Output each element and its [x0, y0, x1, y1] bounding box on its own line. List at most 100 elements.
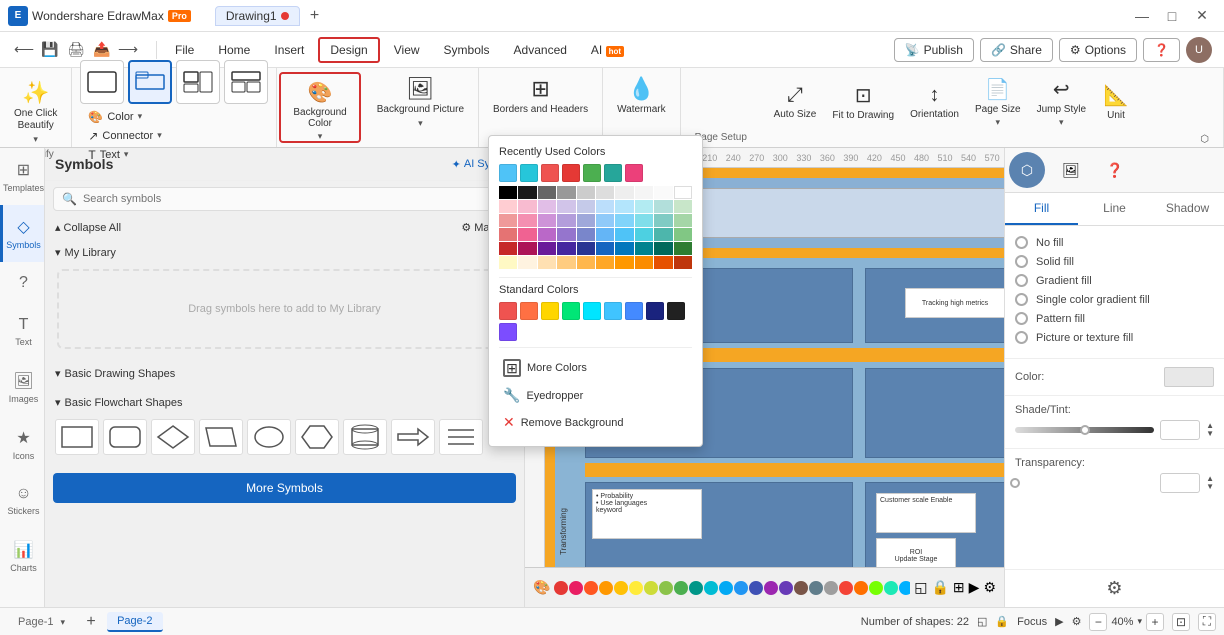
cp-color-1[interactable] [499, 164, 517, 182]
minimize-btn[interactable]: — [1128, 5, 1156, 27]
cp-cell[interactable] [557, 256, 575, 269]
orientation-btn[interactable]: ↕ Orientation [904, 80, 965, 124]
sidebar-tab-help[interactable]: ? [0, 262, 44, 304]
cp-cell[interactable] [577, 200, 595, 213]
color-dot[interactable] [749, 581, 763, 595]
cp-cell[interactable] [635, 242, 653, 255]
shape-item-diamond[interactable] [151, 419, 195, 455]
shape-btn-3[interactable] [176, 60, 220, 104]
color-dot[interactable] [689, 581, 703, 595]
shade-percent-input[interactable]: 0 % [1160, 420, 1200, 440]
layers-ctrl[interactable]: ◱ [977, 615, 987, 628]
cp-cell[interactable] [499, 186, 517, 199]
close-btn[interactable]: ✕ [1188, 5, 1216, 27]
new-tab-btn[interactable]: + [304, 5, 326, 27]
color-dot[interactable] [644, 581, 658, 595]
cp-std-6[interactable] [604, 302, 622, 320]
color-dot[interactable] [584, 581, 598, 595]
cp-cell[interactable] [518, 200, 536, 213]
color-dot[interactable] [824, 581, 838, 595]
color-btn[interactable]: 🎨 Color ▾ [82, 108, 266, 126]
cp-cell[interactable] [674, 256, 692, 269]
color-dot[interactable] [809, 581, 823, 595]
cp-cell[interactable] [596, 214, 614, 227]
image-mode-icon[interactable]: 🖼 [1053, 152, 1089, 188]
menu-ai[interactable]: AI hot [581, 39, 634, 61]
cp-cell[interactable] [518, 242, 536, 255]
cp-cell[interactable] [557, 214, 575, 227]
cp-remove-bg-btn[interactable]: ✕ Remove Background [499, 409, 692, 436]
cp-cell[interactable] [577, 256, 595, 269]
cp-cell[interactable] [557, 228, 575, 241]
cp-cell[interactable] [615, 186, 633, 199]
cp-std-3[interactable] [541, 302, 559, 320]
zoom-out-btn[interactable]: − [1089, 613, 1107, 631]
cp-cell[interactable] [518, 186, 536, 199]
maximize-btn[interactable]: □ [1158, 5, 1186, 27]
cp-cell[interactable] [615, 214, 633, 227]
transparency-slider-track[interactable] [1015, 480, 1154, 486]
sidebar-tab-charts[interactable]: 📊 Charts [0, 528, 44, 585]
cp-color-2[interactable] [520, 164, 538, 182]
cp-cell[interactable] [596, 228, 614, 241]
save-btn[interactable]: 💾 [38, 38, 62, 62]
cp-cell[interactable] [615, 228, 633, 241]
zoom-dropdown-arrow[interactable]: ▾ [1137, 616, 1142, 627]
cp-cell[interactable] [538, 214, 556, 227]
cp-cell[interactable] [577, 228, 595, 241]
cp-std-8[interactable] [646, 302, 664, 320]
cp-cell[interactable] [499, 200, 517, 213]
cp-std-1[interactable] [499, 302, 517, 320]
options-btn[interactable]: ⚙ Options [1059, 38, 1137, 62]
shape-item-rect[interactable] [55, 419, 99, 455]
box-4[interactable] [865, 368, 1004, 458]
shape-item-hexagon[interactable] [295, 419, 339, 455]
shape-item-circle[interactable] [247, 419, 291, 455]
fit-to-drawing-btn[interactable]: ⊡ Fit to Drawing [826, 79, 900, 125]
cp-cell[interactable] [654, 242, 672, 255]
cp-std-4[interactable] [562, 302, 580, 320]
fill-single-gradient[interactable]: Single color gradient fill [1015, 293, 1214, 306]
cp-cell[interactable] [499, 256, 517, 269]
basic-drawing-title[interactable]: ▾ Basic Drawing Shapes [53, 363, 516, 384]
user-avatar[interactable]: U [1186, 37, 1212, 63]
cp-cell[interactable] [635, 214, 653, 227]
page-tab-1[interactable]: Page-1 ▾ [8, 613, 75, 631]
cp-cell[interactable] [674, 242, 692, 255]
help-mode-icon[interactable]: ❓ [1097, 152, 1133, 188]
cp-std-7[interactable] [625, 302, 643, 320]
cp-cell[interactable] [596, 242, 614, 255]
cp-cell[interactable] [499, 214, 517, 227]
cp-cell[interactable] [538, 256, 556, 269]
cp-cell[interactable] [674, 186, 692, 199]
box-6[interactable]: Customer scale Enable ROIUpdate Stage [865, 482, 1004, 567]
publish-btn[interactable]: 📡 Publish [894, 38, 974, 62]
cp-cell[interactable] [596, 186, 614, 199]
cp-more-colors-btn[interactable]: ⊞ More Colors [499, 354, 692, 382]
fill-pattern[interactable]: Pattern fill [1015, 312, 1214, 325]
help-btn[interactable]: ❓ [1143, 38, 1180, 62]
sidebar-tab-text[interactable]: T Text [0, 304, 44, 359]
lock-ctrl[interactable]: 🔒 [995, 615, 1009, 628]
cp-cell[interactable] [518, 214, 536, 227]
settings-ctrl[interactable]: ⚙ [1072, 615, 1082, 628]
cp-cell[interactable] [557, 186, 575, 199]
shade-slider-track[interactable] [1015, 427, 1154, 433]
transparency-percent-input[interactable]: 0 % [1160, 473, 1200, 493]
bg-color-btn[interactable]: 🎨 BackgroundColor ▾ [285, 76, 354, 146]
cp-cell[interactable] [635, 256, 653, 269]
tab-line[interactable]: Line [1078, 193, 1151, 225]
color-dot[interactable] [899, 581, 910, 595]
cp-cell[interactable] [615, 242, 633, 255]
color-dot[interactable] [854, 581, 868, 595]
grid-icon[interactable]: ⊞ [953, 579, 965, 596]
transparency-slider-handle[interactable] [1010, 478, 1020, 488]
shape-item-rounded-rect[interactable] [103, 419, 147, 455]
menu-design[interactable]: Design [318, 37, 379, 63]
cp-cell[interactable] [674, 200, 692, 213]
auto-size-btn[interactable]: ⤢ Auto Size [768, 80, 823, 124]
cp-color-5[interactable] [583, 164, 601, 182]
cp-cell[interactable] [538, 186, 556, 199]
cp-cell[interactable] [557, 242, 575, 255]
cp-cell[interactable] [596, 200, 614, 213]
